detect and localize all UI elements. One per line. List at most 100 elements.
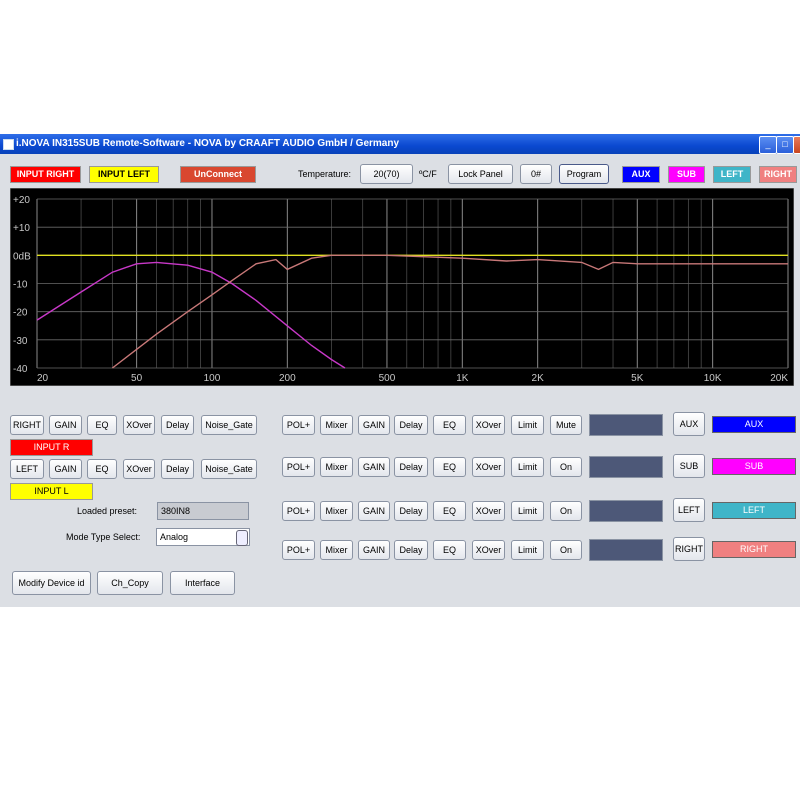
output-sub-pol-plus-button[interactable]: POL+ <box>282 457 315 477</box>
left-indicator: LEFT <box>713 166 751 183</box>
x-tick-label: 50 <box>131 373 143 384</box>
input-right-gain-button[interactable]: GAIN <box>49 415 82 435</box>
output-right-delay-button[interactable]: Delay <box>394 540 428 560</box>
y-tick-label: -30 <box>13 336 28 347</box>
y-tick-label: -20 <box>13 308 28 319</box>
temperature-unit: ºC/F <box>419 169 437 179</box>
input-left-xover-button[interactable]: XOver <box>123 459 155 479</box>
output-left-level-meter <box>589 500 663 522</box>
output-right-xover-button[interactable]: XOver <box>472 540 505 560</box>
output-sub-channel-label: SUB <box>712 458 796 475</box>
output-left-pol-plus-button[interactable]: POL+ <box>282 501 315 521</box>
output-right-channel-label: RIGHT <box>712 541 796 558</box>
output-sub-mixer-button[interactable]: Mixer <box>320 457 353 477</box>
x-tick-label: 10K <box>704 373 722 384</box>
output-sub-eq-button[interactable]: EQ <box>433 457 466 477</box>
input-l-tag: INPUT L <box>10 483 93 500</box>
ch-copy-button[interactable]: Ch_Copy <box>97 571 163 595</box>
input-left-gain-button[interactable]: GAIN <box>49 459 82 479</box>
temperature-label: Temperature: <box>298 169 352 179</box>
output-left-xover-button[interactable]: XOver <box>472 501 505 521</box>
window-title: i.NOVA IN315SUB Remote-Software - NOVA b… <box>16 138 400 149</box>
maximize-button[interactable]: □ <box>776 136 794 154</box>
output-sub-xover-button[interactable]: XOver <box>472 457 505 477</box>
input-left-left-button[interactable]: LEFT <box>10 459 44 479</box>
interface-button[interactable]: Interface <box>170 571 235 595</box>
output-sub-on-button[interactable]: On <box>550 457 582 477</box>
output-aux-delay-button[interactable]: Delay <box>394 415 428 435</box>
output-aux-mixer-button[interactable]: Mixer <box>320 415 353 435</box>
program-button[interactable]: Program <box>559 164 609 184</box>
y-tick-label: +20 <box>13 195 30 206</box>
x-tick-label: 500 <box>379 373 396 384</box>
minimize-button[interactable]: _ <box>759 136 777 154</box>
x-tick-label: 20 <box>37 373 49 384</box>
lock-panel-button[interactable]: Lock Panel <box>448 164 513 184</box>
y-tick-label: -10 <box>13 280 28 291</box>
output-aux-pol-plus-button[interactable]: POL+ <box>282 415 315 435</box>
output-sub-select-button[interactable]: SUB <box>673 454 705 478</box>
temperature-value: 20(70) <box>360 164 413 184</box>
output-left-mixer-button[interactable]: Mixer <box>320 501 353 521</box>
app-icon <box>3 139 14 150</box>
output-sub-gain-button[interactable]: GAIN <box>358 457 390 477</box>
input-left-delay-button[interactable]: Delay <box>161 459 194 479</box>
output-sub-delay-button[interactable]: Delay <box>394 457 428 477</box>
y-tick-label: 0dB <box>13 251 31 262</box>
output-left-on-button[interactable]: On <box>550 501 582 521</box>
y-tick-label: -40 <box>13 364 28 375</box>
output-aux-channel-label: AUX <box>712 416 796 433</box>
input-right-xover-button[interactable]: XOver <box>123 415 155 435</box>
mode-type-label: Mode Type Select: <box>66 532 141 542</box>
output-left-delay-button[interactable]: Delay <box>394 501 428 521</box>
sub-indicator: SUB <box>668 166 705 183</box>
aux-indicator: AUX <box>622 166 660 183</box>
loaded-preset-field: 380IN8 <box>157 502 249 520</box>
output-left-eq-button[interactable]: EQ <box>433 501 466 521</box>
preset-number-button[interactable]: 0# <box>520 164 552 184</box>
input-r-tag: INPUT R <box>10 439 93 456</box>
x-tick-label: 20K <box>770 373 788 384</box>
output-aux-gain-button[interactable]: GAIN <box>358 415 390 435</box>
output-left-gain-button[interactable]: GAIN <box>358 501 390 521</box>
y-tick-label: +10 <box>13 223 30 234</box>
output-left-select-button[interactable]: LEFT <box>673 498 705 522</box>
close-button[interactable]: × <box>793 136 800 154</box>
output-right-level-meter <box>589 539 663 561</box>
loaded-preset-label: Loaded preset: <box>77 506 138 516</box>
output-right-mixer-button[interactable]: Mixer <box>320 540 353 560</box>
right-indicator: RIGHT <box>759 166 797 183</box>
input-left-eq-button[interactable]: EQ <box>87 459 117 479</box>
output-aux-xover-button[interactable]: XOver <box>472 415 505 435</box>
unconnect-button[interactable]: UnConnect <box>180 166 256 183</box>
x-tick-label: 200 <box>279 373 296 384</box>
output-right-select-button[interactable]: RIGHT <box>673 537 705 561</box>
x-tick-label: 5K <box>631 373 644 384</box>
dropdown-arrow-icon[interactable] <box>236 530 248 546</box>
output-aux-eq-button[interactable]: EQ <box>433 415 466 435</box>
output-sub-level-meter <box>589 456 663 478</box>
output-right-pol-plus-button[interactable]: POL+ <box>282 540 315 560</box>
title-bar: i.NOVA IN315SUB Remote-Software - NOVA b… <box>0 134 800 154</box>
output-right-on-button[interactable]: On <box>550 540 582 560</box>
output-left-limit-button[interactable]: Limit <box>511 501 544 521</box>
output-aux-limit-button[interactable]: Limit <box>511 415 544 435</box>
input-right-noise-gate-button[interactable]: Noise_Gate <box>201 415 257 435</box>
mode-type-select[interactable]: Analog <box>156 528 250 546</box>
output-right-limit-button[interactable]: Limit <box>511 540 544 560</box>
x-tick-label: 1K <box>456 373 469 384</box>
output-aux-level-meter <box>589 414 663 436</box>
input-right-indicator: INPUT RIGHT <box>10 166 81 183</box>
output-right-eq-button[interactable]: EQ <box>433 540 466 560</box>
output-sub-limit-button[interactable]: Limit <box>511 457 544 477</box>
x-tick-label: 100 <box>204 373 221 384</box>
input-right-eq-button[interactable]: EQ <box>87 415 117 435</box>
frequency-response-chart: +20 +10 0dB -10 -20 -30 -40 20 50 100 200 500 1K 2K 5… <box>10 188 794 386</box>
output-aux-select-button[interactable]: AUX <box>673 412 705 436</box>
output-right-gain-button[interactable]: GAIN <box>358 540 390 560</box>
input-left-noise-gate-button[interactable]: Noise_Gate <box>201 459 257 479</box>
modify-device-id-button[interactable]: Modify Device id <box>12 571 91 595</box>
input-right-delay-button[interactable]: Delay <box>161 415 194 435</box>
input-right-right-button[interactable]: RIGHT <box>10 415 44 435</box>
output-aux-mute-button[interactable]: Mute <box>550 415 582 435</box>
